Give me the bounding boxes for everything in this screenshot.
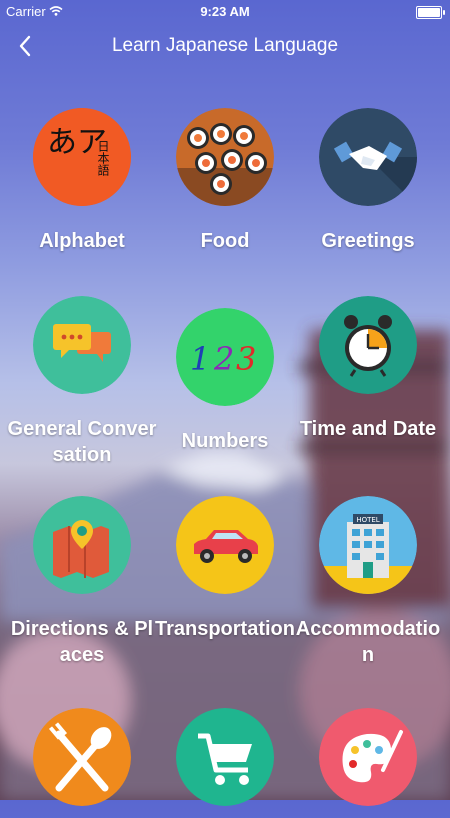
category-label: Transportation [154,618,295,640]
category-label: Food [200,230,250,252]
clock: 9:23 AM [200,4,250,19]
category-label: Numbers [181,430,269,452]
nav-bar: Learn Japanese Language [0,22,450,70]
status-bar: Carrier 9:23 AM [0,0,450,22]
alarm-clock-icon [319,296,417,394]
category-accommodation[interactable]: HOTEL Accommodation [293,496,443,686]
sushi-icon [176,108,274,206]
category-numbers[interactable]: 1 2 3 Numbers [150,296,300,486]
category-label: Accommodation [295,618,441,666]
category-label: Greetings [321,230,415,252]
kanji-text: 日本語 [96,140,110,176]
category-label: Time and Date [299,418,437,440]
category-shopping[interactable] [150,708,300,818]
hotel-icon: HOTEL [319,496,417,594]
map-pin-icon [33,496,131,594]
category-greetings[interactable]: Greetings [293,108,443,288]
page-title: Learn Japanese Language [111,35,339,56]
palette-icon [319,708,417,806]
handshake-icon [319,108,417,206]
digit-two: 2 [213,340,234,378]
category-general-conversation[interactable]: General Conversation [7,296,157,486]
numbers-icon: 1 2 3 [176,308,274,406]
category-time-and-date[interactable]: Time and Date [293,296,443,486]
category-alphabet[interactable]: あア 日本語 Alphabet [7,108,157,288]
category-transportation[interactable]: Transportation [150,496,300,686]
shopping-cart-icon [176,708,274,806]
digit-one: 1 [190,340,210,378]
category-label: Alphabet [39,230,125,252]
chat-bubbles-icon [33,296,131,394]
car-icon [176,496,274,594]
fork-spoon-icon [33,708,131,806]
battery-icon [416,6,445,19]
hotel-sign-text: HOTEL [356,516,379,524]
alphabet-kana-icon: あア 日本語 [33,108,131,206]
category-label: General Conversation [7,418,157,466]
category-label: Directions & Places [10,618,154,666]
category-food[interactable]: Food [150,108,300,288]
category-arts[interactable] [293,708,443,818]
digit-three: 3 [236,340,256,378]
category-directions-places[interactable]: Directions & Places [7,496,157,686]
category-food-dining[interactable] [7,708,157,818]
